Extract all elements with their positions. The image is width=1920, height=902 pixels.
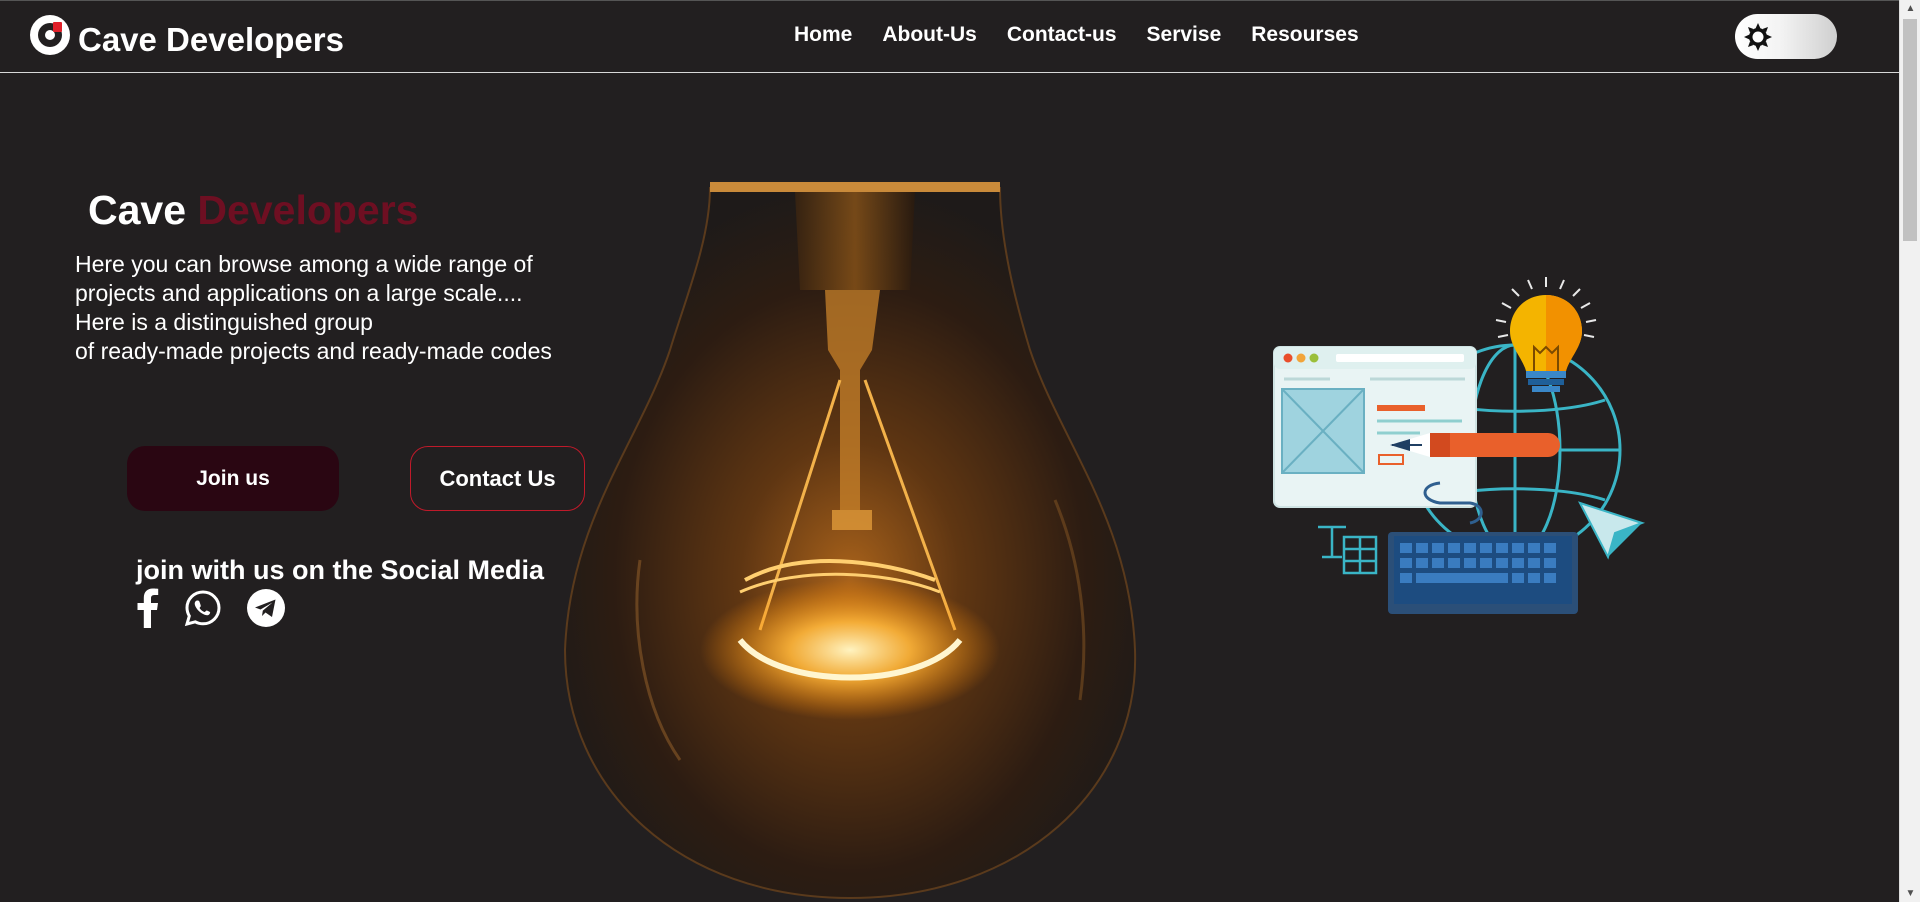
- top-navbar: Cave Developers Home About-Us Contact-us…: [0, 0, 1899, 73]
- hero-title: Cave Developers: [88, 187, 418, 234]
- scrollbar-thumb[interactable]: [1903, 19, 1917, 241]
- nav-about-us[interactable]: About-Us: [882, 23, 976, 47]
- scroll-up-icon[interactable]: ▲: [1900, 0, 1920, 17]
- logo-icon[interactable]: [30, 15, 70, 55]
- join-us-button[interactable]: Join us: [127, 446, 339, 511]
- light-bulb-image: [563, 182, 1137, 900]
- web-development-illustration: [1273, 277, 1646, 614]
- brand-name[interactable]: Cave Developers: [78, 21, 344, 59]
- hero-description-line: Here is a distinguished group: [75, 309, 373, 335]
- main-nav: Home About-Us Contact-us Servise Resours…: [794, 23, 1359, 47]
- sun-icon: [1738, 17, 1777, 56]
- contact-us-button[interactable]: Contact Us: [410, 446, 585, 511]
- social-links: [134, 588, 286, 633]
- hero-description-line: of ready-made projects and ready-made co…: [75, 338, 552, 364]
- nav-resources[interactable]: Resourses: [1251, 23, 1358, 47]
- facebook-icon[interactable]: [134, 588, 160, 633]
- scroll-down-icon[interactable]: ▼: [1900, 885, 1920, 902]
- vertical-scrollbar[interactable]: ▲ ▼: [1899, 0, 1920, 902]
- hero-description-line: projects and applications on a large sca…: [75, 280, 523, 306]
- hero-title-cave: Cave: [88, 187, 187, 233]
- nav-contact-us[interactable]: Contact-us: [1007, 23, 1117, 47]
- theme-toggle[interactable]: [1735, 14, 1837, 59]
- social-title: join with us on the Social Media: [136, 555, 545, 585]
- telegram-icon[interactable]: [246, 588, 286, 633]
- hero-description-line: Here you can browse among a wide range o…: [75, 251, 533, 277]
- hero-description: Here you can browse among a wide range o…: [75, 250, 635, 366]
- whatsapp-icon[interactable]: [184, 589, 222, 632]
- nav-service[interactable]: Servise: [1147, 23, 1222, 47]
- nav-home[interactable]: Home: [794, 23, 852, 47]
- hero-title-developers: Developers: [197, 187, 419, 233]
